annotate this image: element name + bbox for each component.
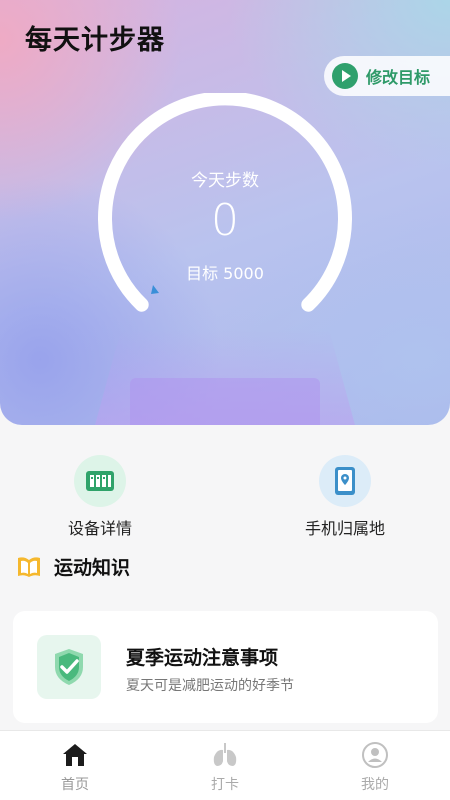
user-icon (360, 740, 390, 770)
hero-panel: 每天计步器 修改目标 今天步数 0 目标 5000 (0, 0, 450, 425)
home-icon (60, 740, 90, 770)
phone-location-icon (319, 455, 371, 507)
gauge-marker (151, 285, 159, 294)
phone-location-button[interactable]: 手机归属地 (265, 455, 425, 539)
device-details-button[interactable]: 设备详情 (20, 455, 180, 539)
tab-home[interactable]: 首页 (0, 731, 150, 800)
edit-goal-button[interactable]: 修改目标 (324, 56, 450, 96)
device-icon (74, 455, 126, 507)
article-card[interactable]: 夏季运动注意事项 夏天可是减肥运动的好季节 (13, 611, 438, 723)
today-steps-label: 今天步数 (191, 171, 259, 191)
edit-goal-label: 修改目标 (366, 68, 431, 87)
section-title: 运动知识 (54, 557, 131, 579)
tab-bar: 首页 打卡 我的 (0, 730, 450, 800)
tab-checkin-label: 打卡 (211, 777, 239, 793)
lungs-icon (210, 740, 240, 770)
step-goal: 目标 5000 (186, 264, 264, 283)
tab-home-label: 首页 (61, 777, 89, 793)
device-details-label: 设备详情 (67, 519, 132, 538)
article-subtitle: 夏天可是减肥运动的好季节 (126, 678, 294, 694)
app-title: 每天计步器 (25, 25, 165, 56)
tab-mine-label: 我的 (361, 777, 389, 793)
book-icon (18, 556, 40, 577)
tab-mine[interactable]: 我的 (300, 731, 450, 800)
play-icon (332, 63, 358, 89)
section-header: 运动知识 (16, 553, 130, 580)
article-title: 夏季运动注意事项 (126, 647, 279, 669)
tab-checkin[interactable]: 打卡 (150, 731, 300, 800)
hero-decoration-base (130, 378, 320, 425)
shield-check-icon (37, 635, 101, 699)
step-count: 0 (211, 195, 239, 246)
phone-location-label: 手机归属地 (304, 519, 385, 538)
